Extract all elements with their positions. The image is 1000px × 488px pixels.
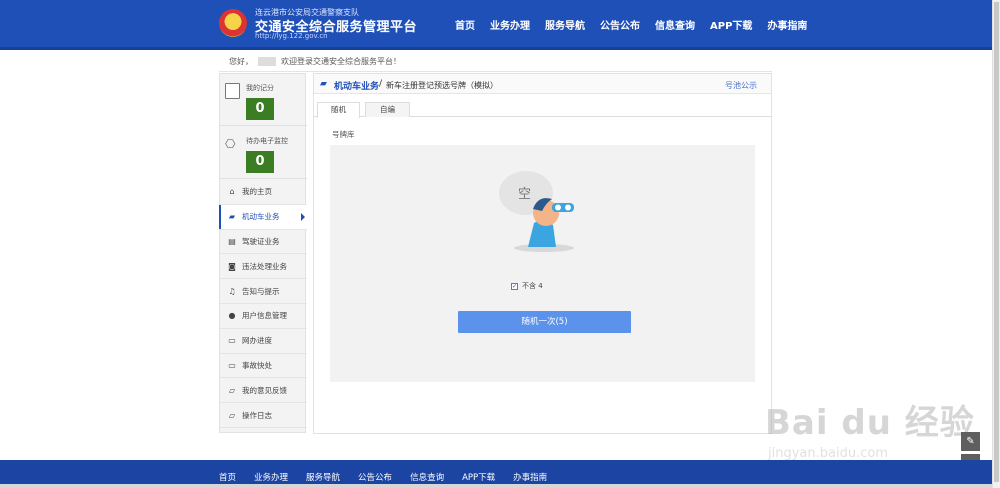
sidebar-item-accident[interactable]: ▭ 事故快处 [220, 354, 307, 379]
sidebar-item-home[interactable]: ⌂ 我的主页 [220, 180, 307, 205]
sidebar-item-label: 事故快处 [242, 360, 272, 370]
breadcrumb-current: 新车注册登记预选号牌（模拟） [386, 81, 498, 90]
sidebar-item-label: 我的意见反馈 [242, 385, 287, 395]
sidebar-item-label: 我的主页 [242, 187, 272, 197]
sidebar-item-label: 违法处理业务 [242, 261, 287, 271]
surveillance-camera-icon: ⎔ [225, 137, 236, 151]
plate-pool-area: 空 ✓ 不含 4 随机一次(5) [330, 145, 755, 382]
police-emblem-logo [219, 9, 247, 37]
bell-icon: ♫ [228, 286, 236, 296]
feedback-edit-button[interactable]: ✎ [961, 432, 980, 451]
stat-my-points[interactable]: 我的记分 0 [220, 74, 307, 126]
camera-icon: ◙ [228, 261, 236, 271]
breadcrumb: ▰ 机动车业务 / 新车注册登记预选号牌（模拟） 号池公示 [314, 74, 771, 94]
stat-label: 待办电子监控 [246, 137, 288, 145]
breadcrumb-separator: / [379, 79, 383, 89]
sidebar: 我的记分 0 ⎔ 待办电子监控 0 ⌂ 我的主页 ▰ 机动车业务 ▤ 驾驶证业务 ◙ 违… [219, 73, 307, 433]
license-card-icon: ▤ [228, 236, 236, 246]
topnav-service-guide[interactable]: 服务导航 [545, 17, 585, 32]
empty-state-text: 空 [518, 187, 531, 202]
sidebar-item-feedback[interactable]: ▱ 我的意见反馈 [220, 378, 307, 404]
greeting-bar: 您好， 欢迎登录交通安全综合服务平台！ [229, 56, 401, 67]
sidebar-item-license[interactable]: ▤ 驾驶证业务 [220, 230, 307, 255]
baidu-watermark: Bai du 经验 [765, 403, 975, 443]
user-icon: ● [228, 311, 236, 321]
sidebar-item-label: 告知与提示 [242, 286, 280, 296]
exclude-4-option[interactable]: ✓ 不含 4 [511, 281, 543, 291]
footer-link-announcements[interactable]: 公告公布 [358, 471, 392, 483]
top-nav: 首页 业务办理 服务导航 公告公布 信息查询 APP下载 办事指南 [455, 17, 822, 32]
page-scrollbar[interactable] [992, 0, 1000, 488]
topnav-app-download[interactable]: APP下载 [710, 17, 752, 32]
sidebar-item-violation[interactable]: ◙ 违法处理业务 [220, 254, 307, 280]
sidebar-item-user-info[interactable]: ● 用户信息管理 [220, 304, 307, 329]
footer-link-home[interactable]: 首页 [219, 471, 236, 483]
random-once-button[interactable]: 随机一次(5) [458, 311, 631, 333]
progress-icon: ▭ [228, 336, 236, 346]
accident-icon: ▭ [228, 360, 236, 370]
sidebar-menu: ⌂ 我的主页 ▰ 机动车业务 ▤ 驾驶证业务 ◙ 违法处理业务 ♫ 告知与提示 ● 用户信息… [219, 180, 307, 428]
exclude-4-checkbox[interactable]: ✓ [511, 282, 518, 290]
document-icon [225, 83, 240, 99]
footer-link-service-guide[interactable]: 服务导航 [306, 471, 340, 483]
tab-random[interactable]: 随机 [317, 102, 360, 118]
topnav-home[interactable]: 首页 [455, 17, 475, 32]
divider [219, 71, 772, 72]
taskbar-strip [0, 484, 1000, 488]
active-arrow-icon [301, 212, 305, 221]
tab-custom[interactable]: 自编 [365, 102, 410, 117]
truck-icon: ▰ [320, 79, 327, 89]
scrollbar-thumb[interactable] [994, 2, 999, 482]
feedback-icon: ▱ [228, 385, 236, 395]
breadcrumb-vehicle[interactable]: 机动车业务 [334, 79, 379, 92]
empty-state-illustration: 空 [499, 171, 574, 252]
username-redacted [258, 57, 276, 66]
stat-value[interactable]: 0 [246, 151, 274, 173]
home-icon: ⌂ [229, 187, 235, 197]
topnav-info-query[interactable]: 信息查询 [655, 17, 695, 32]
footer-link-business[interactable]: 业务办理 [254, 471, 288, 483]
sidebar-item-label: 操作日志 [242, 410, 272, 420]
plate-pool-public-link[interactable]: 号池公示 [725, 80, 757, 91]
sidebar-item-progress[interactable]: ▭ 网办进度 [220, 329, 307, 354]
topnav-guide[interactable]: 办事指南 [767, 17, 807, 32]
topnav-business[interactable]: 业务办理 [490, 17, 530, 32]
greeting-hello: 您好， [229, 57, 253, 66]
footer-link-guide[interactable]: 办事指南 [513, 471, 547, 483]
baidu-watermark-url: jingyan.baidu.com [768, 446, 888, 461]
footer-link-info-query[interactable]: 信息查询 [410, 471, 444, 483]
truck-icon: ▰ [228, 212, 236, 222]
log-icon: ▱ [228, 410, 236, 420]
sidebar-item-notice[interactable]: ♫ 告知与提示 [220, 279, 307, 304]
sidebar-item-label: 驾驶证业务 [242, 236, 280, 246]
sidebar-item-label: 网办进度 [242, 336, 272, 346]
site-url: http://lyg.122.gov.cn [255, 32, 328, 40]
sidebar-item-label: 机动车业务 [242, 212, 280, 222]
header-divider [0, 47, 1000, 50]
footer-nav: 首页 业务办理 服务导航 公告公布 信息查询 APP下载 办事指南 [219, 471, 565, 483]
stat-value[interactable]: 0 [246, 98, 274, 120]
exclude-4-label: 不含 4 [522, 282, 543, 290]
tab-bar: 随机 自编 [314, 102, 771, 118]
sidebar-item-log[interactable]: ▱ 操作日志 [220, 403, 307, 428]
plate-pool-label: 号牌库 [332, 130, 355, 139]
stat-pending-monitoring[interactable]: ⎔ 待办电子监控 0 [220, 127, 307, 179]
top-header: 连云港市公安局交通警察支队 交通安全综合服务管理平台 http://lyg.12… [0, 0, 1000, 47]
topnav-announcements[interactable]: 公告公布 [600, 17, 640, 32]
sidebar-item-label: 用户信息管理 [242, 311, 287, 321]
main-panel: ▰ 机动车业务 / 新车注册登记预选号牌（模拟） 号池公示 随机 自编 号牌库 … [313, 73, 772, 434]
sidebar-item-vehicle[interactable]: ▰ 机动车业务 [219, 204, 307, 230]
greeting-welcome: 欢迎登录交通安全综合服务平台！ [281, 57, 401, 66]
stat-label: 我的记分 [246, 84, 274, 92]
footer-link-app-download[interactable]: APP下载 [462, 471, 495, 483]
